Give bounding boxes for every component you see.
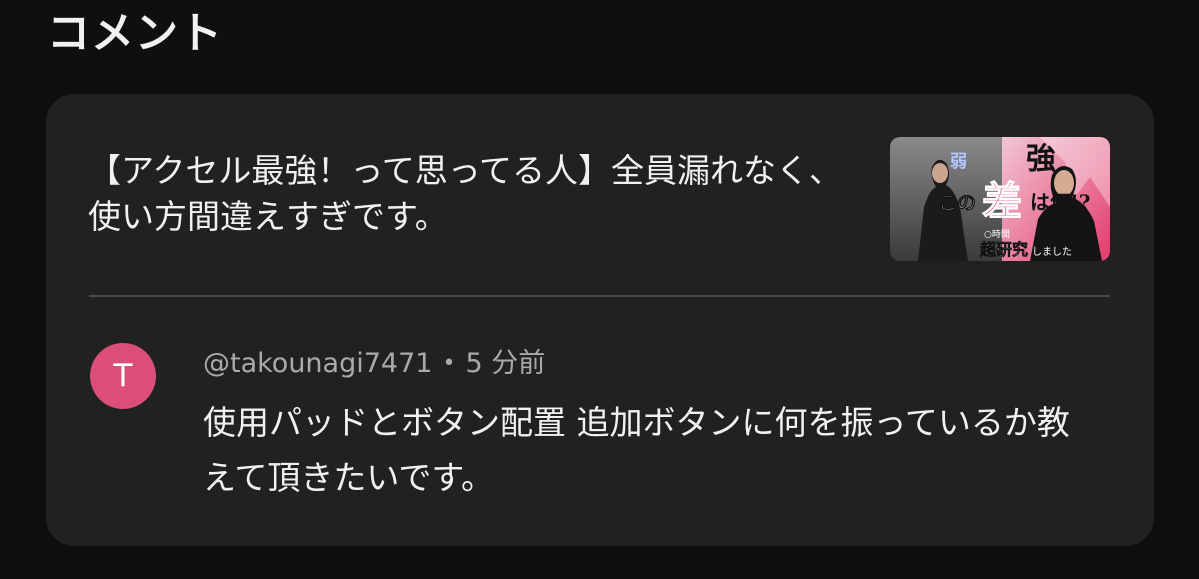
comment-text: 使用パッドとボタン配置 追加ボタンに何を振っているか教えて頂きたいです。 bbox=[203, 403, 1070, 497]
thumbnail-text-small-a: ○時間 bbox=[984, 229, 1010, 240]
thumbnail-text-small-c: しました bbox=[1032, 246, 1072, 258]
comment-card[interactable]: 【アクセル最強！って思ってる人】全員漏れなく、使い方間違えすぎです。 弱 強 こ… bbox=[46, 94, 1154, 546]
comments-page: コメント 【アクセル最強！って思ってる人】全員漏れなく、使い方間違えすぎです。 bbox=[0, 0, 1199, 579]
thumbnail-text-pre: この bbox=[938, 192, 976, 214]
thumbnail-text-strong: 強 bbox=[1026, 142, 1056, 177]
avatar[interactable]: T bbox=[90, 343, 156, 409]
thumbnail-image: 弱 強 この 差 は何!? ○時間 超研究 しました bbox=[890, 137, 1110, 261]
card-divider bbox=[89, 295, 1110, 297]
video-title[interactable]: 【アクセル最強！って思ってる人】全員漏れなく、使い方間違えすぎです。 bbox=[88, 148, 848, 240]
thumbnail-text-small-b: 超研究 bbox=[979, 240, 1028, 259]
character-left-face bbox=[932, 163, 948, 183]
thumbnail-text-weak: 弱 bbox=[950, 152, 967, 172]
thumbnail-text-post: は何!? bbox=[1030, 190, 1091, 214]
thumbnail-text-big: 差 bbox=[982, 178, 1022, 225]
comment-meta: @takounagi7471 • 5 分前 bbox=[203, 344, 545, 384]
comment-author[interactable]: @takounagi7471 bbox=[203, 348, 432, 379]
meta-separator: • bbox=[442, 351, 456, 376]
comment-time: 5 分前 bbox=[465, 348, 546, 379]
section-title: コメント bbox=[47, 9, 223, 59]
video-thumbnail[interactable]: 弱 強 この 差 は何!? ○時間 超研究 しました bbox=[890, 137, 1110, 261]
